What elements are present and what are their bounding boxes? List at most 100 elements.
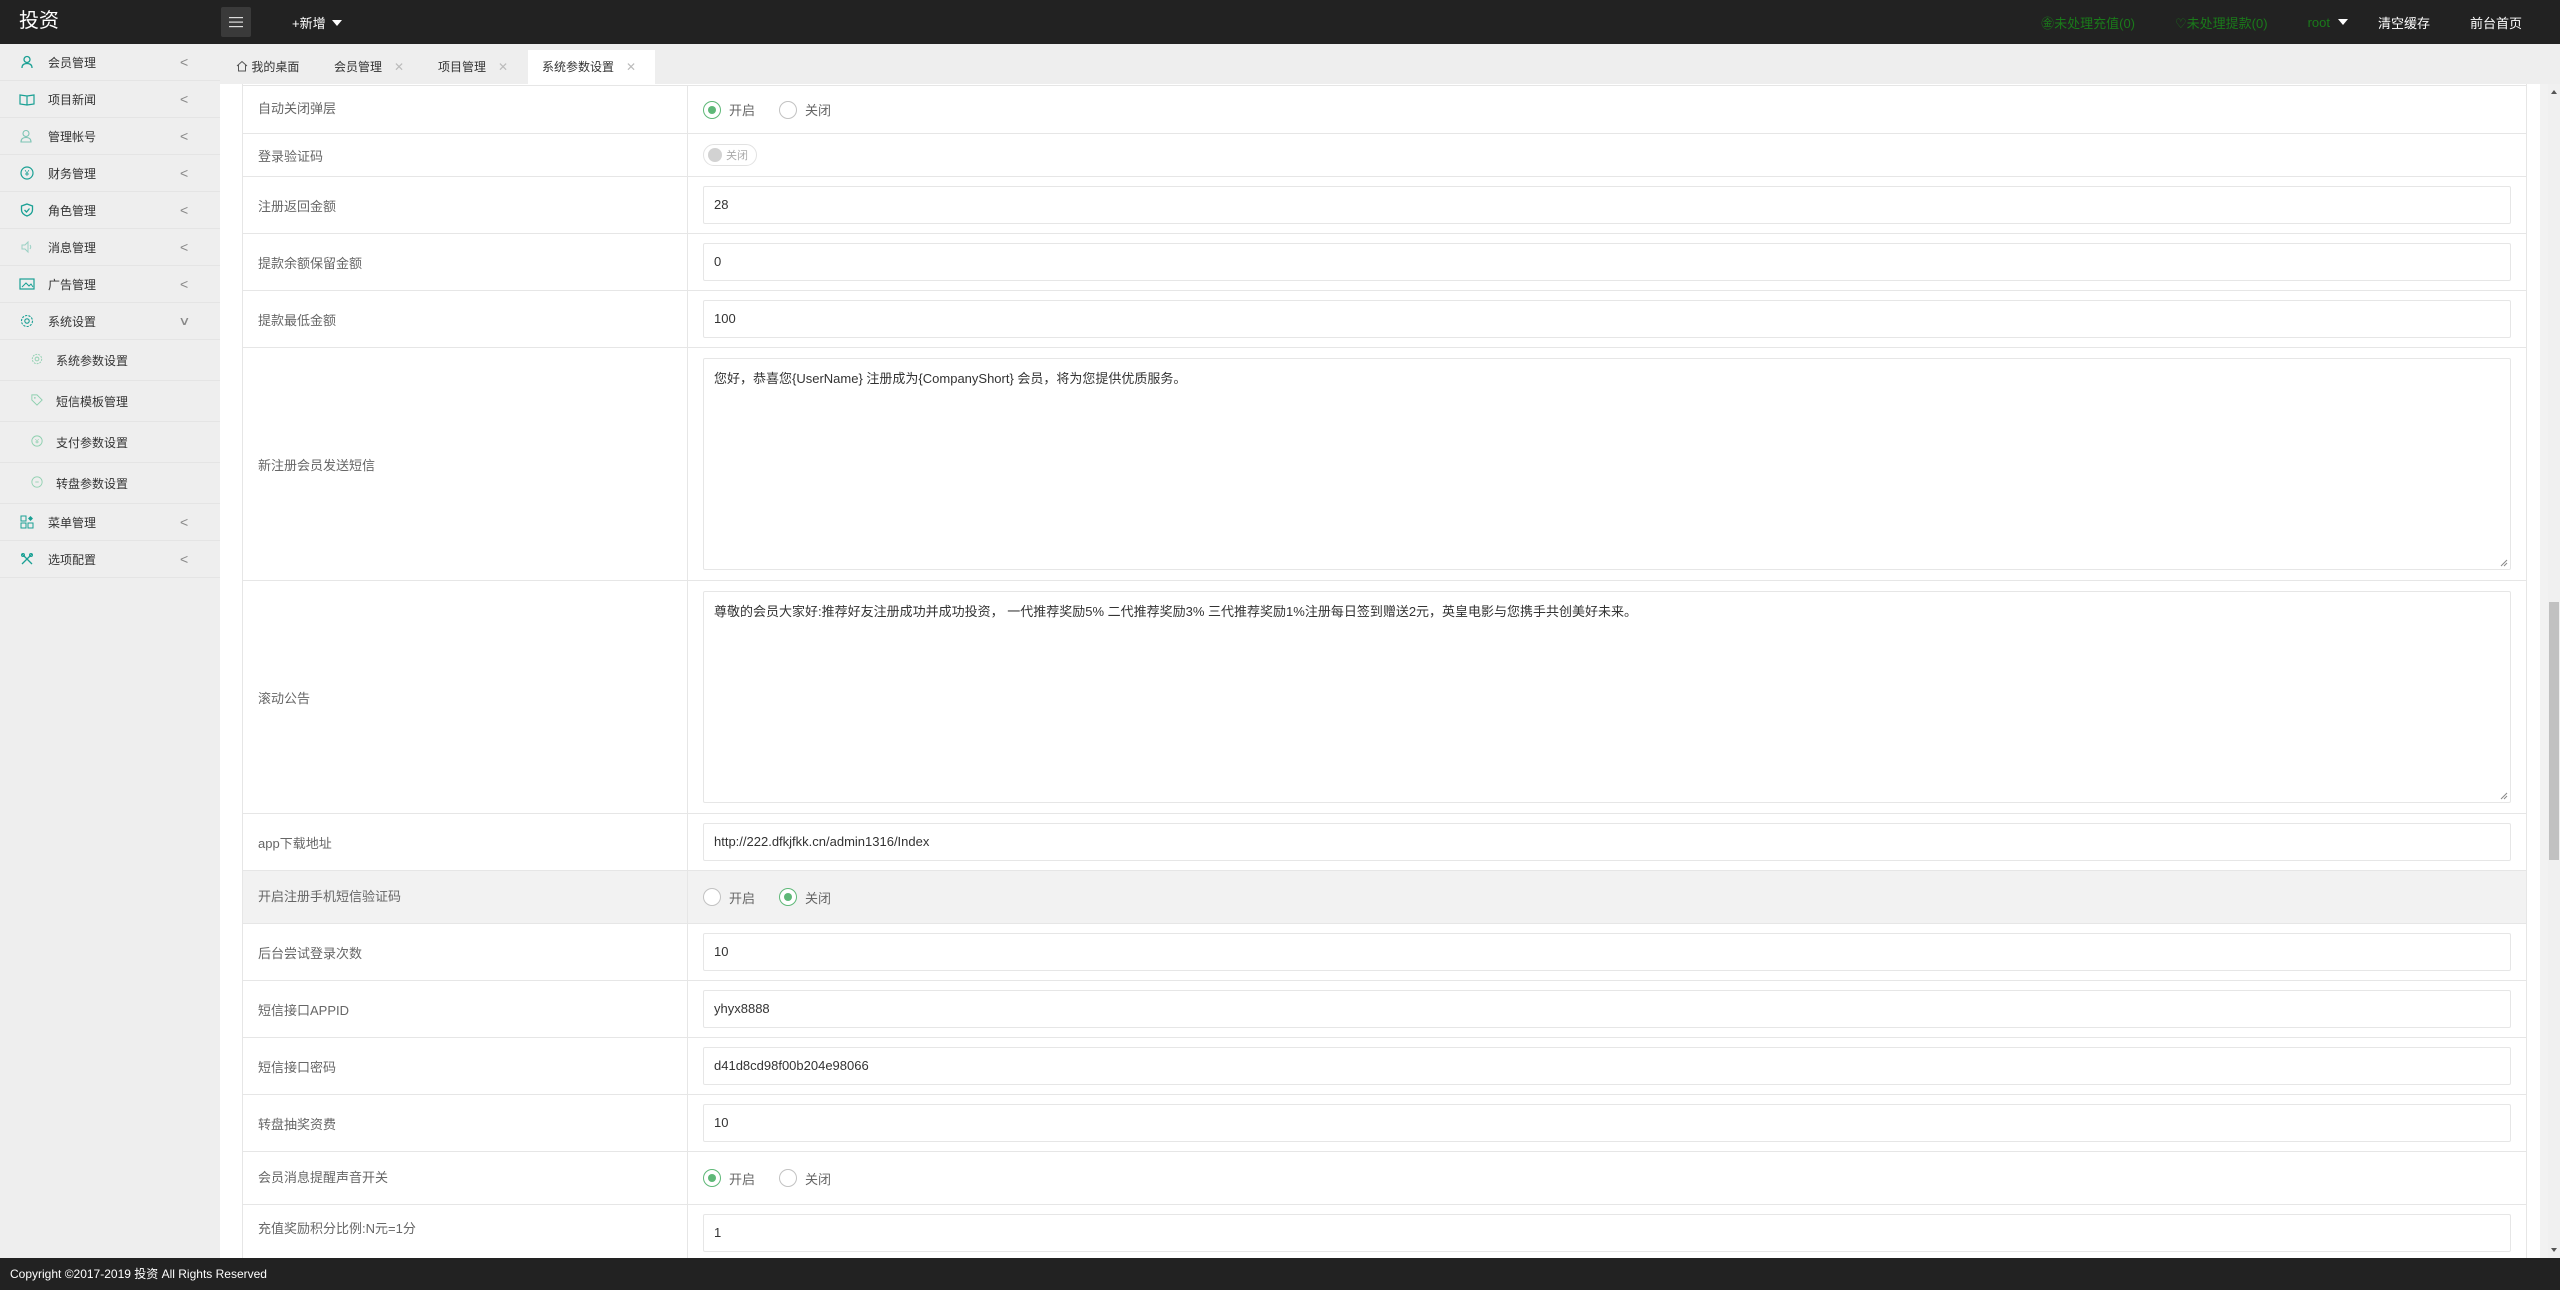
sidebar-item-system-settings[interactable]: 系统设置 ∨ — [0, 303, 220, 340]
chevron-left-icon: < — [180, 551, 189, 567]
radio-message-sound-off[interactable]: 关闭 — [779, 1169, 831, 1188]
main-content: 自动关闭弹层 开启 关闭 登录验证码 关闭 注册返回金额 28 提款余额保留金额… — [220, 84, 2540, 1258]
radio-auto-close-off[interactable]: 关闭 — [779, 100, 831, 119]
tab-member-management[interactable]: 会员管理 ✕ — [334, 50, 404, 84]
resize-grip-icon[interactable] — [2498, 557, 2508, 567]
sidebar-subitem-payment-params[interactable]: ¥ 支付参数设置 — [0, 422, 220, 463]
pending-recharge-link[interactable]: ㊎未处理充值(0) — [2041, 13, 2135, 32]
tab-bar: 我的桌面 会员管理 ✕ 项目管理 ✕ 系统参数设置 ✕ — [220, 44, 2560, 84]
switch-knob — [708, 148, 722, 162]
tab-my-desktop[interactable]: 我的桌面 — [236, 50, 299, 84]
sidebar-item-ads[interactable]: 广告管理 < — [0, 266, 220, 303]
radio-sms-captcha-on[interactable]: 开启 — [703, 888, 755, 907]
radio-label: 关闭 — [805, 890, 832, 906]
sidebar-item-label: 会员管理 — [48, 55, 97, 70]
sidebar-subitem-label: 支付参数设置 — [56, 435, 129, 450]
user-menu[interactable]: root — [2308, 15, 2348, 30]
scroll-thumb[interactable] — [2549, 602, 2559, 860]
tab-project-management[interactable]: 项目管理 ✕ — [438, 50, 508, 84]
sidebar-item-label: 选项配置 — [48, 552, 97, 567]
app-download-input[interactable]: http://222.dfkjfkk.cn/admin1316/Index — [703, 823, 2511, 861]
pending-withdraw-link[interactable]: ♡未处理提款(0) — [2175, 13, 2268, 32]
clear-cache-link[interactable]: 清空缓存 — [2378, 13, 2430, 32]
form-row-message-sound: 会员消息提醒声音开关 开启 关闭 — [243, 1152, 2526, 1205]
withdraw-min-input[interactable]: 100 — [703, 300, 2511, 338]
close-icon[interactable]: ✕ — [498, 60, 508, 74]
sms-appid-input[interactable]: yhyx8888 — [703, 990, 2511, 1028]
close-icon[interactable]: ✕ — [626, 60, 636, 74]
form-label: 后台尝试登录次数 — [243, 924, 688, 980]
form-row-scroll-notice: 滚动公告 尊敬的会员大家好:推荐好友注册成功并成功投资， 一代推荐奖励5% 二代… — [243, 581, 2526, 814]
new-member-sms-textarea[interactable]: 您好，恭喜您{UserName} 注册成为{CompanyShort} 会员，将… — [703, 358, 2511, 570]
form-label: 登录验证码 — [243, 134, 688, 176]
tools-icon — [19, 552, 35, 568]
radio-label: 关闭 — [805, 103, 832, 118]
sidebar-subitem-label: 短信模板管理 — [56, 394, 129, 409]
sidebar-item-messages[interactable]: 消息管理 < — [0, 229, 220, 266]
page-scrollbar[interactable] — [2548, 84, 2560, 1258]
tab-label: 我的桌面 — [251, 60, 300, 74]
sidebar-subitem-sms-templates[interactable]: 短信模板管理 — [0, 381, 220, 422]
form-label: 短信接口APPID — [243, 981, 688, 1037]
form-row-recharge-points-ratio: 充值奖励积分比例:N元=1分 1 — [243, 1205, 2526, 1258]
tab-system-params[interactable]: 系统参数设置 ✕ — [528, 50, 655, 84]
sidebar-item-finance[interactable]: ¥ 财务管理 < — [0, 155, 220, 192]
form-row-withdraw-reserve: 提款余额保留金额 0 — [243, 234, 2526, 291]
scroll-up-arrow-icon[interactable] — [2551, 90, 2557, 94]
sidebar-item-admin-accounts[interactable]: 管理帐号 < — [0, 118, 220, 155]
radio-circle — [703, 888, 721, 906]
radio-message-sound-on[interactable]: 开启 — [703, 1169, 755, 1188]
front-home-link[interactable]: 前台首页 — [2470, 13, 2522, 32]
recharge-points-ratio-input[interactable]: 1 — [703, 1214, 2511, 1252]
form-label: 提款余额保留金额 — [243, 234, 688, 290]
close-icon[interactable]: ✕ — [394, 60, 404, 74]
form-row-login-attempts: 后台尝试登录次数 10 — [243, 924, 2526, 981]
scroll-down-arrow-icon[interactable] — [2551, 1248, 2557, 1252]
withdraw-reserve-input[interactable]: 0 — [703, 243, 2511, 281]
users-icon — [19, 129, 35, 145]
tab-label: 项目管理 — [438, 60, 487, 74]
sidebar-item-project-news[interactable]: 项目新闻 < — [0, 81, 220, 118]
login-attempts-input[interactable]: 10 — [703, 933, 2511, 971]
settings-form: 自动关闭弹层 开启 关闭 登录验证码 关闭 注册返回金额 28 提款余额保留金额… — [242, 84, 2527, 1258]
sidebar-item-label: 菜单管理 — [48, 515, 97, 530]
switch-label: 关闭 — [726, 150, 748, 162]
register-bonus-input[interactable]: 28 — [703, 186, 2511, 224]
svg-text:¥: ¥ — [35, 439, 39, 446]
sidebar: 会员管理 < 项目新闻 < 管理帐号 < ¥ 财务管理 < 角色管理 < 消息管… — [0, 44, 220, 1258]
sidebar-subitem-label: 系统参数设置 — [56, 353, 129, 368]
form-label: app下载地址 — [243, 814, 688, 870]
svg-text:¥: ¥ — [24, 169, 30, 178]
form-row-register-bonus: 注册返回金额 28 — [243, 177, 2526, 234]
menu-toggle-button[interactable] — [221, 7, 251, 37]
sidebar-subitem-wheel-params[interactable]: 转盘参数设置 — [0, 463, 220, 504]
sms-password-input[interactable]: d41d8cd98f00b204e98066 — [703, 1047, 2511, 1085]
tab-label: 会员管理 — [334, 60, 383, 74]
radio-sms-captcha-off[interactable]: 关闭 — [779, 888, 831, 907]
add-new-dropdown[interactable]: +新增 — [292, 13, 342, 32]
form-row-app-download: app下载地址 http://222.dfkjfkk.cn/admin1316/… — [243, 814, 2526, 871]
gear-icon — [19, 314, 35, 330]
form-label: 充值奖励积分比例:N元=1分 — [243, 1205, 688, 1258]
form-row-register-sms-captcha: 开启注册手机短信验证码 开启 关闭 — [243, 871, 2526, 924]
chevron-left-icon: < — [180, 91, 189, 107]
scroll-notice-textarea[interactable]: 尊敬的会员大家好:推荐好友注册成功并成功投资， 一代推荐奖励5% 二代推荐奖励3… — [703, 591, 2511, 803]
sidebar-item-option-config[interactable]: 选项配置 < — [0, 541, 220, 578]
sidebar-item-members[interactable]: 会员管理 < — [0, 44, 220, 81]
form-row-new-member-sms: 新注册会员发送短信 您好，恭喜您{UserName} 注册成为{CompanyS… — [243, 348, 2526, 581]
form-label: 新注册会员发送短信 — [243, 348, 688, 580]
wheel-fee-input[interactable]: 10 — [703, 1104, 2511, 1142]
dial-icon — [30, 476, 44, 490]
login-captcha-switch[interactable]: 关闭 — [703, 144, 757, 166]
sidebar-item-menu-management[interactable]: 菜单管理 < — [0, 504, 220, 541]
textarea-text: 尊敬的会员大家好:推荐好友注册成功并成功投资， 一代推荐奖励5% 二代推荐奖励3… — [714, 604, 1638, 619]
add-new-label: +新增 — [292, 16, 326, 31]
radio-auto-close-on[interactable]: 开启 — [703, 100, 755, 119]
chevron-left-icon: < — [180, 128, 189, 144]
sidebar-subitem-system-params[interactable]: 系统参数设置 — [0, 340, 220, 381]
sidebar-item-roles[interactable]: 角色管理 < — [0, 192, 220, 229]
gear-icon — [30, 353, 44, 367]
resize-grip-icon[interactable] — [2498, 790, 2508, 800]
radio-label: 开启 — [729, 103, 756, 118]
radio-circle — [779, 888, 798, 906]
